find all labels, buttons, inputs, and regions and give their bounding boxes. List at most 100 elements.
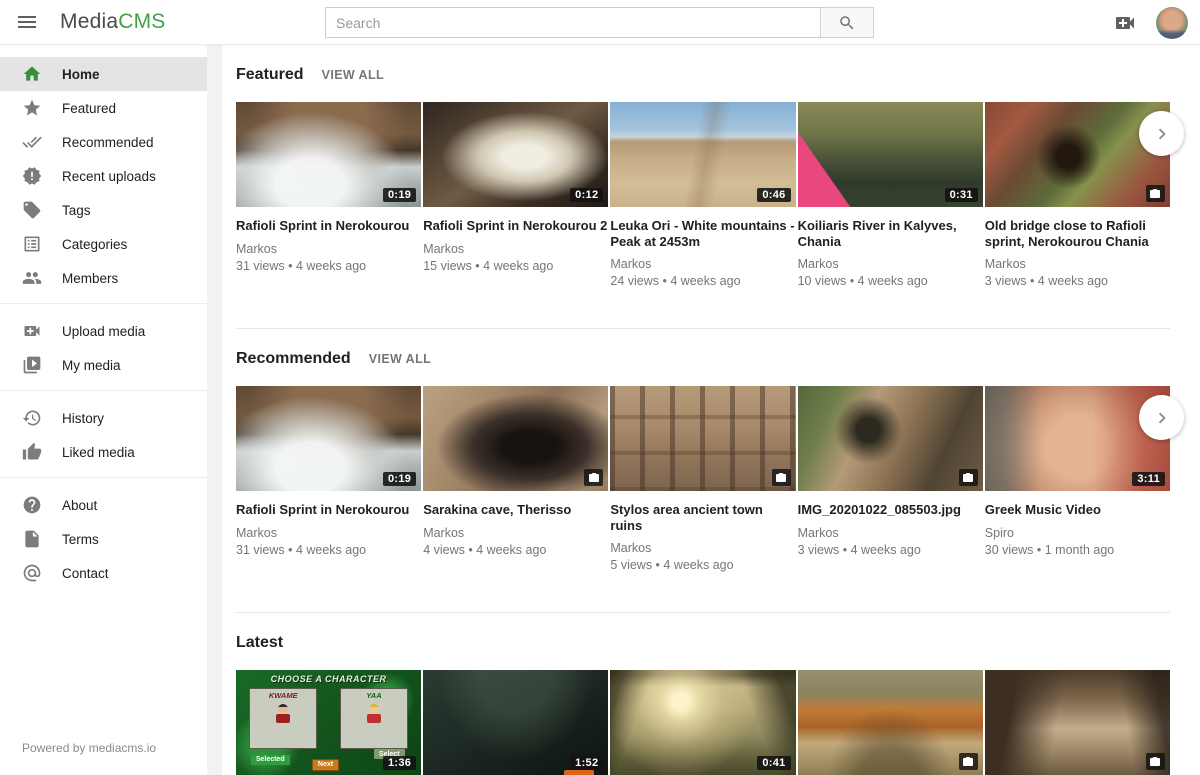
search-button[interactable] [820, 7, 874, 38]
media-card: Sarakina cave, Therisso Markos 4 views •… [423, 386, 608, 588]
media-thumbnail[interactable]: 0:41 [610, 670, 795, 775]
media-thumbnail[interactable] [798, 670, 983, 775]
sidebar-item-recommended[interactable]: Recommended [0, 125, 207, 159]
sidebar-item-tags[interactable]: Tags [0, 193, 207, 227]
sidebar-item-terms[interactable]: Terms [0, 522, 207, 556]
sidebar-item-label: My media [62, 358, 121, 373]
media-title[interactable]: Rafioli Sprint in Nerokourou [236, 502, 421, 518]
media-title[interactable]: Leuka Ori - White mountains - Peak at 24… [610, 218, 795, 249]
media-card-info: Leuka Ori - White mountains - Peak at 24… [610, 218, 795, 304]
sidebar-item-members[interactable]: Members [0, 261, 207, 295]
top-bar: MediaCMS [0, 0, 1200, 45]
upload-media-button[interactable] [1112, 10, 1138, 36]
media-thumbnail[interactable] [985, 102, 1170, 207]
media-author[interactable]: Markos [798, 257, 983, 271]
media-card-info: IMG_20201022_085503.jpg Markos 3 views •… [798, 502, 983, 588]
media-thumbnail[interactable]: 0:12 [423, 102, 608, 207]
media-title[interactable]: Stylos area ancient town ruins [610, 502, 795, 533]
sidebar-item-recent-uploads[interactable]: Recent uploads [0, 159, 207, 193]
media-title[interactable]: Old bridge close to Rafioli sprint, Nero… [985, 218, 1170, 249]
media-thumbnail[interactable]: CHOOSE A CHARACTERKWAMEYAASelectedNextSe… [236, 670, 421, 775]
 [369, 704, 379, 713]
media-author[interactable]: Markos [985, 257, 1170, 271]
media-author[interactable]: Markos [423, 526, 608, 540]
media-meta: 15 views • 4 weeks ago [423, 259, 608, 273]
help-icon [22, 495, 42, 515]
media-card: CHOOSE A CHARACTERKWAMEYAASelectedNextSe… [236, 670, 421, 775]
media-author[interactable]: Markos [423, 242, 608, 256]
sidebar-item-about[interactable]: About [0, 488, 207, 522]
media-thumbnail[interactable]: 0:46 [610, 102, 795, 207]
media-thumbnail[interactable]: 0:19 [236, 386, 421, 491]
media-thumbnail[interactable] [610, 386, 795, 491]
powered-by-link[interactable]: Powered by mediacms.io [22, 741, 156, 755]
media-thumbnail[interactable] [985, 670, 1170, 775]
user-avatar[interactable] [1156, 7, 1188, 39]
sidebar-item-label: Contact [62, 566, 109, 581]
media-meta: 3 views • 4 weeks ago [798, 543, 983, 557]
next-page-button[interactable] [1139, 111, 1184, 156]
media-author[interactable]: Markos [236, 526, 421, 540]
media-thumbnail[interactable] [423, 386, 608, 491]
sidebar-scrollbar[interactable] [207, 45, 222, 775]
media-author[interactable]: Markos [236, 242, 421, 256]
media-title[interactable]: Rafioli Sprint in Nerokourou 2 [423, 218, 608, 234]
sidebar-item-home[interactable]: Home [0, 57, 207, 91]
duration-badge: 0:19 [383, 472, 416, 486]
media-title[interactable]: Sarakina cave, Therisso [423, 502, 608, 518]
sidebar-item-label: Home [62, 67, 100, 82]
camera-icon [1149, 756, 1161, 768]
section-title: Featured [236, 66, 304, 84]
double-check-icon [22, 132, 42, 152]
search-icon [838, 14, 856, 32]
sidebar-item-label: Terms [62, 532, 99, 547]
media-meta: 3 views • 4 weeks ago [985, 274, 1170, 288]
sidebar-item-history[interactable]: History [0, 401, 207, 435]
camera-icon [962, 756, 974, 768]
section-featured: Featured VIEW ALL 0:19 Rafioli Sprint in… [236, 45, 1170, 329]
media-meta: 31 views • 4 weeks ago [236, 259, 421, 273]
view-all-link[interactable]: VIEW ALL [322, 68, 384, 82]
chevron-right-icon [1151, 407, 1173, 429]
hamburger-menu-button[interactable] [4, 0, 50, 45]
duration-badge: 0:31 [945, 188, 978, 202]
sidebar-item-liked-media[interactable]: Liked media [0, 435, 207, 469]
media-title[interactable]: Koiliaris River in Kalyves, Chania [798, 218, 983, 249]
media-author[interactable]: Markos [610, 257, 795, 271]
media-author[interactable]: Markos [610, 541, 795, 555]
sidebar-item-contact[interactable]: Contact [0, 556, 207, 590]
media-card: 0:12 Rafioli Sprint in Nerokourou 2 Mark… [423, 102, 608, 304]
video-call-icon [22, 321, 42, 341]
media-thumbnail[interactable]: 0:19 [236, 102, 421, 207]
media-thumbnail[interactable] [798, 386, 983, 491]
media-meta: 24 views • 4 weeks ago [610, 274, 795, 288]
sidebar-item-my-media[interactable]: My media [0, 348, 207, 382]
camera-icon [962, 472, 974, 484]
media-card: 0:19 Rafioli Sprint in Nerokourou Markos… [236, 102, 421, 304]
media-card: Stylos area ancient town ruins Markos 5 … [610, 386, 795, 588]
camera-icon [588, 472, 600, 484]
sidebar-nav: Home Featured Recommended Recent uploads… [0, 45, 222, 739]
media-title[interactable]: Rafioli Sprint in Nerokourou [236, 218, 421, 234]
media-title[interactable]: IMG_20201022_085503.jpg [798, 502, 983, 518]
media-card-info: Rafioli Sprint in Nerokourou Markos 31 v… [236, 502, 421, 588]
duration-badge: 0:41 [757, 756, 790, 770]
media-thumbnail[interactable]: 3:11 [985, 386, 1170, 491]
media-thumbnail[interactable]: 1:52 [423, 670, 608, 775]
view-all-link[interactable]: VIEW ALL [369, 352, 431, 366]
at-icon [22, 563, 42, 583]
media-author[interactable]: Markos [798, 526, 983, 540]
app-logo[interactable]: MediaCMS [60, 10, 165, 34]
media-thumbnail[interactable]: 0:31 [798, 102, 983, 207]
search-input[interactable] [325, 7, 820, 38]
sidebar-item-label: History [62, 411, 104, 426]
sidebar-item-featured[interactable]: Featured [0, 91, 207, 125]
sidebar-item-upload-media[interactable]: Upload media [0, 314, 207, 348]
next-page-button[interactable] [1139, 395, 1184, 440]
thumbnail-next-button: Next [312, 759, 339, 771]
media-title[interactable]: Greek Music Video [985, 502, 1170, 518]
media-author[interactable]: Spiro [985, 526, 1170, 540]
sidebar-item-categories[interactable]: Categories [0, 227, 207, 261]
duration-badge: 1:52 [570, 756, 603, 770]
sidebar-item-label: Liked media [62, 445, 135, 460]
